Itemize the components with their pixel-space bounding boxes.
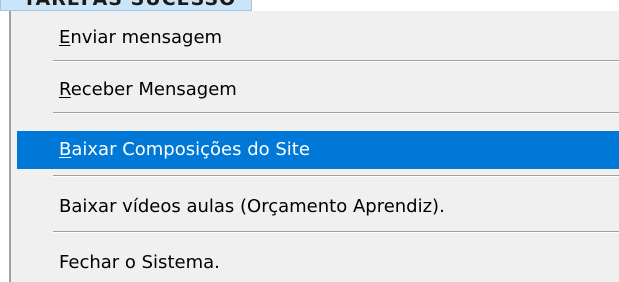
mnemonic-letter: R: [59, 79, 71, 100]
dropdown-menu: Enviar mensagem Receber Mensagem Baixar …: [9, 11, 619, 282]
menu-item-label: Fechar o Sistema.: [59, 252, 220, 273]
menu-item-text: nviar mensagem: [70, 27, 223, 48]
menu-item-label: Baixar Composições do Site: [59, 139, 310, 160]
menu-item-label: Baixar vídeos aulas (Orçamento Aprendiz)…: [59, 196, 445, 217]
menu-item-baixar-composicoes[interactable]: Baixar Composições do Site: [17, 131, 619, 169]
menu-item-receber-mensagem[interactable]: Receber Mensagem: [17, 71, 619, 109]
menu-bar-item[interactable]: TAREFAS SUCESSO: [0, 0, 252, 11]
menu-item-label: Receber Mensagem: [59, 79, 237, 100]
menu-item-fechar-sistema[interactable]: Fechar o Sistema.: [17, 244, 619, 282]
mnemonic-letter: E: [59, 27, 71, 48]
menu-separator: [53, 60, 619, 62]
menu-item-text: Baixar vídeos aulas (Orçamento Aprendiz)…: [59, 196, 445, 217]
mnemonic-letter: B: [59, 139, 72, 160]
menu-separator: [53, 112, 619, 114]
menu-item-enviar-mensagem[interactable]: Enviar mensagem: [17, 19, 619, 57]
menu-item-text: Fechar o Sistema.: [59, 252, 220, 273]
menu-item-text: eceber Mensagem: [70, 79, 237, 100]
menu-item-text: aixar Composições do Site: [71, 139, 310, 160]
screen: TAREFAS SUCESSO Enviar mensagem Receber …: [0, 0, 619, 282]
menu-separator: [53, 175, 619, 177]
menu-item-label: Enviar mensagem: [59, 27, 222, 48]
menu-item-baixar-videos-aulas[interactable]: Baixar vídeos aulas (Orçamento Aprendiz)…: [17, 188, 619, 226]
menu-bar-item-label: TAREFAS SUCESSO: [23, 0, 236, 10]
menu-separator: [53, 231, 619, 233]
